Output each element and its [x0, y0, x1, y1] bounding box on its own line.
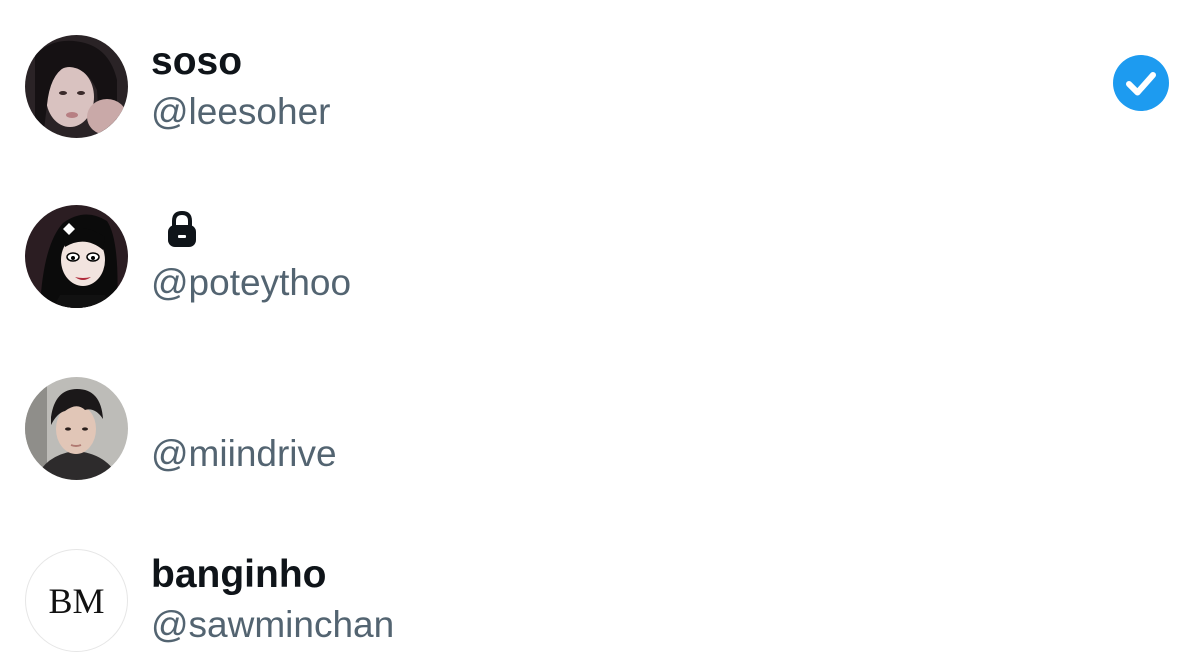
account-row-miindrive[interactable]: @miindrive	[0, 358, 1200, 498]
display-name: banginho	[151, 553, 327, 596]
checkmark-icon[interactable]	[1113, 55, 1169, 111]
avatar-leesoher	[25, 35, 128, 138]
avatar-miindrive	[25, 377, 128, 480]
display-name: soso	[151, 40, 243, 83]
cartoon-avatar-icon	[25, 205, 128, 308]
account-row-poteythoo[interactable]: @poteythoo	[0, 187, 1200, 327]
handle: @sawminchan	[151, 604, 395, 645]
lock-icon	[168, 210, 196, 247]
avatar-poteythoo	[25, 205, 128, 308]
handle: @poteythoo	[151, 262, 352, 303]
handle: @leesoher	[151, 91, 331, 132]
avatar-monogram: BM	[48, 580, 105, 621]
avatar-sawminchan: BM	[25, 549, 128, 652]
account-row-sawminchan[interactable]: BM banginho @sawminchan	[0, 530, 1200, 670]
account-row-leesoher[interactable]: soso @leesoher	[0, 15, 1200, 155]
photo-avatar-icon	[25, 35, 128, 138]
handle: @miindrive	[151, 433, 337, 474]
photo-avatar-icon	[25, 377, 128, 480]
